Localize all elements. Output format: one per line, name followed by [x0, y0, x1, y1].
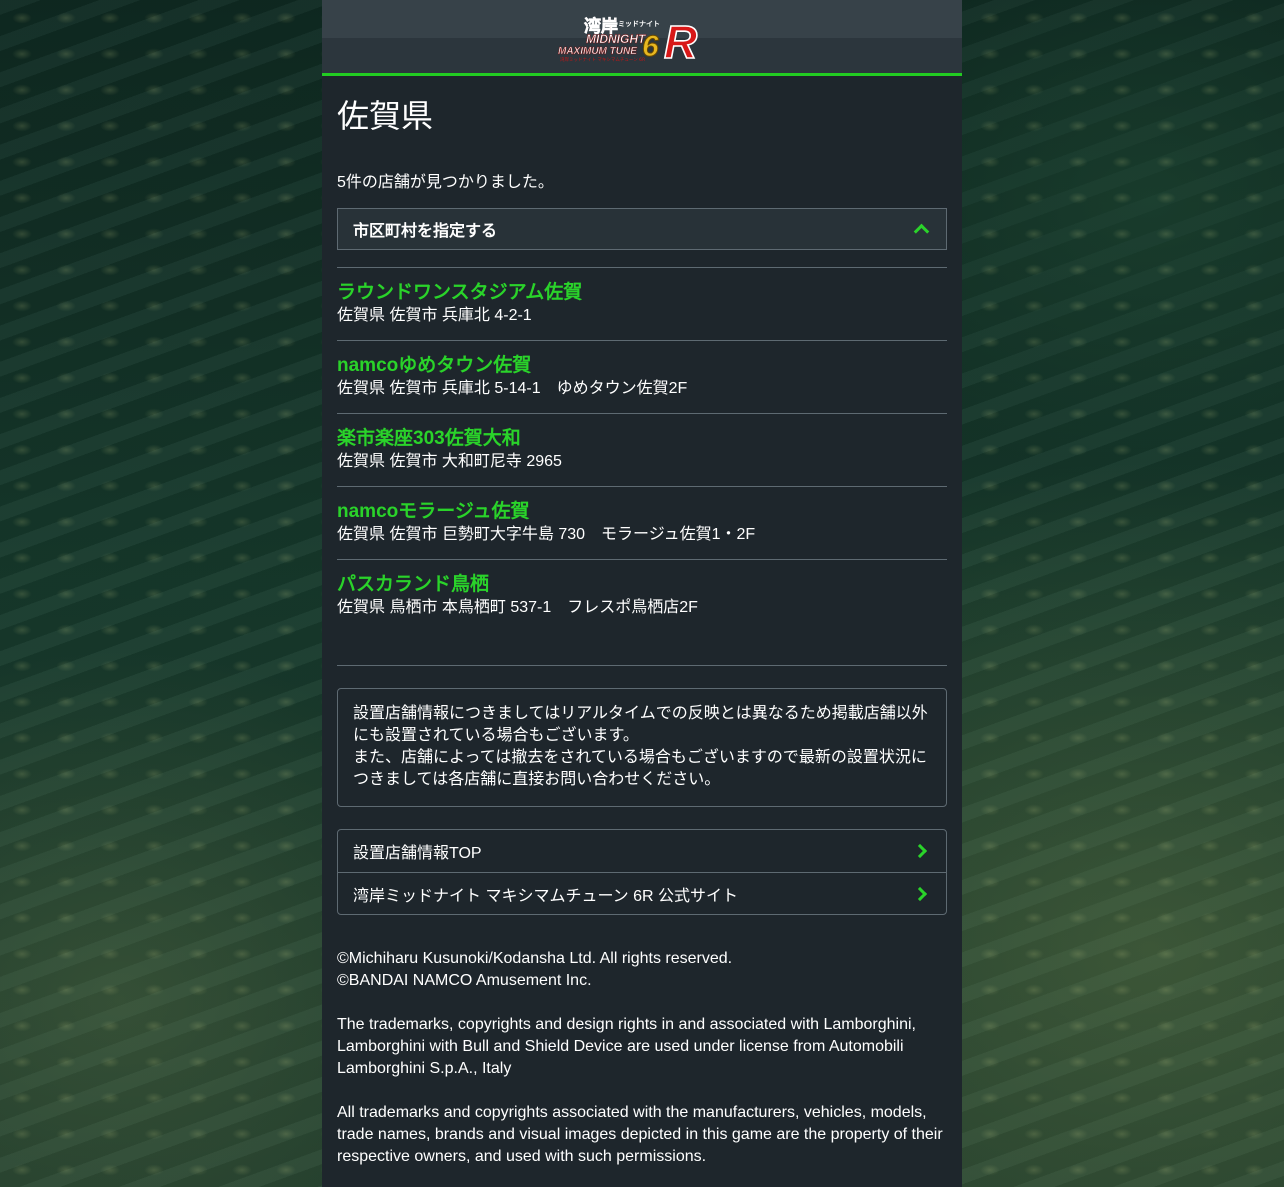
chevron-up-icon	[913, 223, 930, 240]
copyright-bandai-namco: ©BANDAI NAMCO Amusement Inc.	[337, 972, 592, 989]
store-name-link[interactable]: ラウンドワンスタジアム佐賀	[337, 282, 582, 304]
store-info-top-link[interactable]: 設置店舗情報TOP	[338, 830, 946, 872]
site-header: 湾岸 ミッドナイト MIDNIGHT MAXIMUM TUNE 湾岸ミッドナイト…	[322, 0, 962, 76]
footer: ©Michiharu Kusunoki/Kodansha Ltd. All ri…	[337, 948, 947, 1168]
svg-text:ミッドナイト: ミッドナイト	[618, 20, 660, 28]
result-count: 5件の店舗が見つかりました。	[337, 174, 554, 191]
svg-text:湾岸ミッドナイト マキシマムチューン 6R: 湾岸ミッドナイト マキシマムチューン 6R	[560, 56, 645, 63]
notice-text-1: 設置店舗情報につきましてはリアルタイムでの反映とは異なるため掲載店舗以外にも設置…	[353, 705, 928, 744]
store-list: ラウンドワンスタジアム佐賀 佐賀県 佐賀市 兵庫北 4-2-1 namcoゆめタ…	[337, 267, 947, 633]
link-label: 設置店舗情報TOP	[353, 845, 482, 862]
notice-box: 設置店舗情報につきましてはリアルタイムでの反映とは異なるため掲載店舗以外にも設置…	[337, 688, 947, 807]
svg-text:MAXIMUM TUNE: MAXIMUM TUNE	[558, 46, 637, 57]
trademark-lamborghini: The trademarks, copyrights and design ri…	[337, 1016, 916, 1077]
svg-text:MIDNIGHT: MIDNIGHT	[586, 32, 647, 46]
store-address: 佐賀県 佐賀市 大和町尼寺 2965	[337, 453, 562, 470]
trademark-general: All trademarks and copyrights associated…	[337, 1104, 943, 1165]
store-address: 佐賀県 佐賀市 兵庫北 5-14-1 ゆめタウン佐賀2F	[337, 380, 688, 397]
store-name-link[interactable]: namcoゆめタウン佐賀	[337, 355, 531, 377]
chevron-right-icon	[912, 886, 928, 901]
store-name-link[interactable]: パスカランド鳥栖	[337, 574, 489, 596]
page-title: 佐賀県	[337, 98, 434, 134]
copyright-kodansha: ©Michiharu Kusunoki/Kodansha Ltd. All ri…	[337, 950, 733, 967]
store-name-link[interactable]: 楽市楽座303佐賀大和	[337, 428, 521, 450]
city-filter-label: 市区町村を指定する	[353, 223, 498, 240]
store-item: ラウンドワンスタジアム佐賀 佐賀県 佐賀市 兵庫北 4-2-1	[337, 268, 947, 341]
store-name-link[interactable]: namcoモラージュ佐賀	[337, 501, 530, 523]
page-container: 湾岸 ミッドナイト MIDNIGHT MAXIMUM TUNE 湾岸ミッドナイト…	[322, 0, 962, 1187]
store-address: 佐賀県 佐賀市 巨勢町大字牛島 730 モラージュ佐賀1・2F	[337, 526, 756, 543]
svg-text:R: R	[664, 16, 697, 64]
svg-text:6: 6	[642, 30, 659, 63]
list-divider	[337, 665, 947, 666]
copyright-block: ©Michiharu Kusunoki/Kodansha Ltd. All ri…	[337, 948, 947, 992]
main-content: 佐賀県 5件の店舗が見つかりました。 市区町村を指定する ラウンドワンスタジアム…	[322, 76, 962, 1168]
store-item: namcoゆめタウン佐賀 佐賀県 佐賀市 兵庫北 5-14-1 ゆめタウン佐賀2…	[337, 341, 947, 414]
store-item: namcoモラージュ佐賀 佐賀県 佐賀市 巨勢町大字牛島 730 モラージュ佐賀…	[337, 487, 947, 560]
store-item: パスカランド鳥栖 佐賀県 鳥栖市 本鳥栖町 537-1 フレスポ鳥栖店2F	[337, 560, 947, 633]
link-label: 湾岸ミッドナイト マキシマムチューン 6R 公式サイト	[353, 887, 738, 905]
store-address: 佐賀県 鳥栖市 本鳥栖町 537-1 フレスポ鳥栖店2F	[337, 599, 698, 616]
store-address: 佐賀県 佐賀市 兵庫北 4-2-1	[337, 307, 532, 324]
notice-text-2: また、店舗によっては撤去をされている場合もございますので最新の設置状況につきまし…	[353, 749, 927, 788]
game-logo[interactable]: 湾岸 ミッドナイト MIDNIGHT MAXIMUM TUNE 湾岸ミッドナイト…	[556, 12, 732, 64]
link-list: 設置店舗情報TOP 湾岸ミッドナイト マキシマムチューン 6R 公式サイト	[337, 829, 947, 915]
chevron-right-icon	[912, 843, 928, 859]
store-item: 楽市楽座303佐賀大和 佐賀県 佐賀市 大和町尼寺 2965	[337, 414, 947, 487]
official-site-link[interactable]: 湾岸ミッドナイト マキシマムチューン 6R 公式サイト	[338, 872, 946, 914]
city-filter-toggle[interactable]: 市区町村を指定する	[337, 208, 947, 250]
